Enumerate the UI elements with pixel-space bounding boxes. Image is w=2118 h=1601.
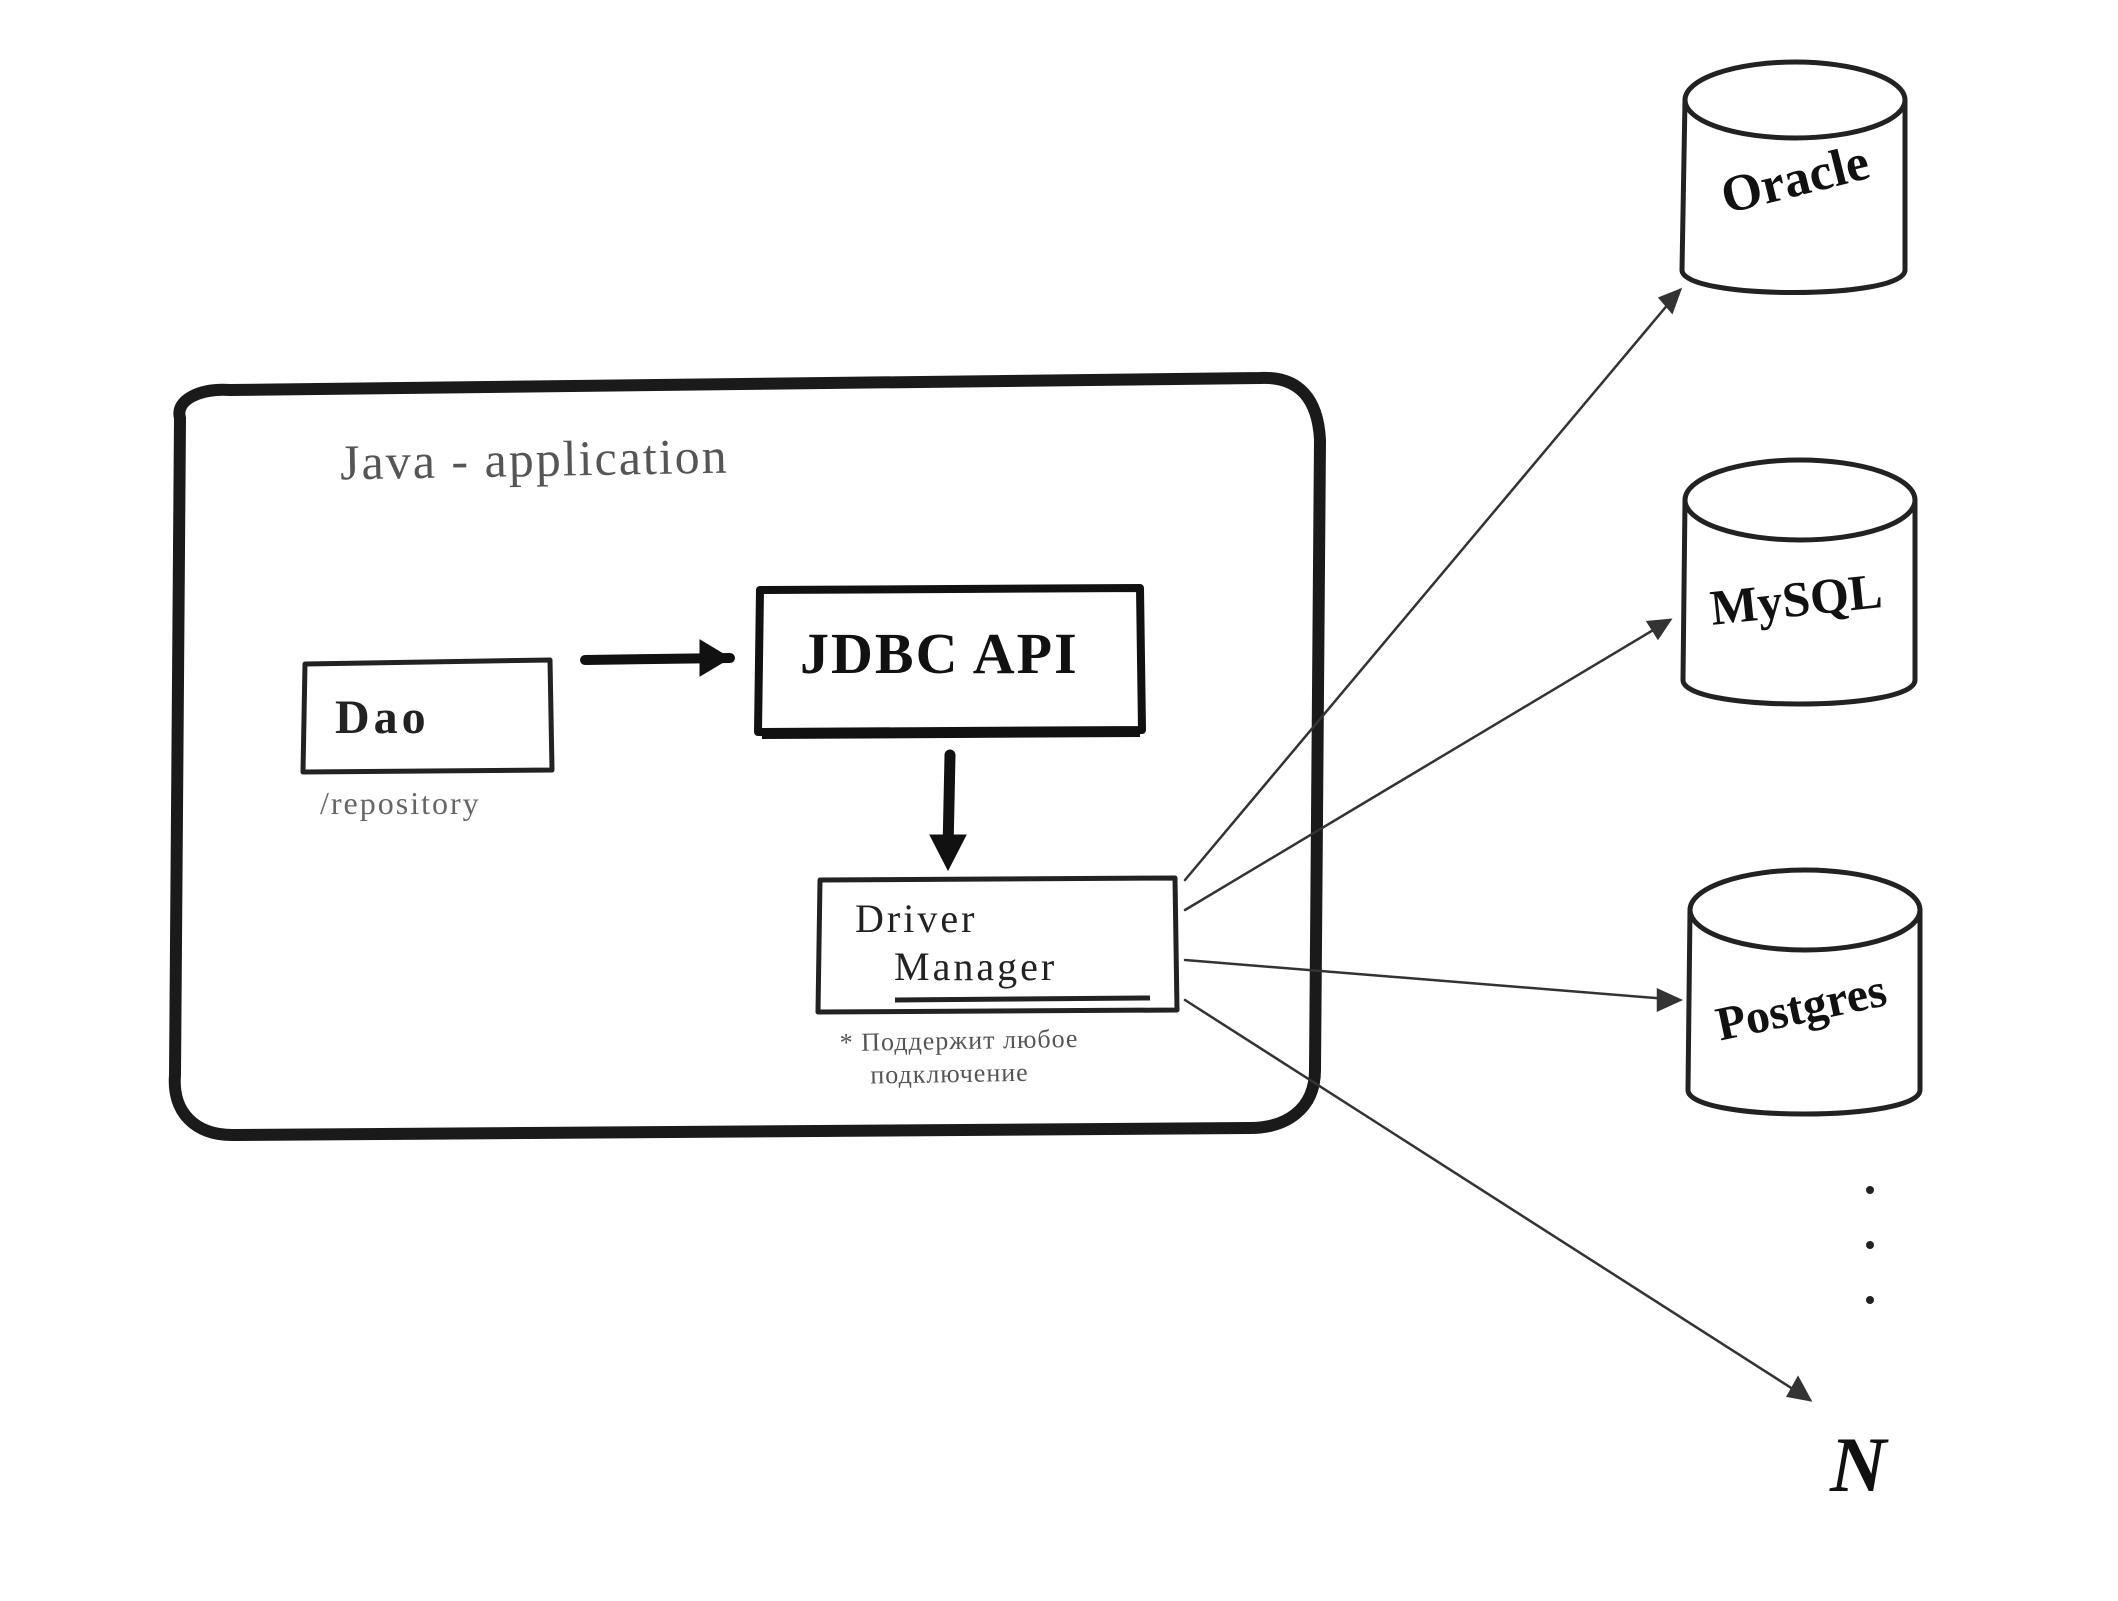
jdbc-api-label: JDBC API	[800, 620, 1079, 687]
driver-note: * Поддержит любое подключение	[839, 1023, 1079, 1092]
driver-manager-label: Driver Manager	[855, 895, 1057, 991]
arrow-driver-to-postgres	[1185, 960, 1680, 1010]
driver-line1: Driver	[855, 896, 977, 941]
arrow-jdbc-to-driver	[930, 755, 966, 870]
arrow-driver-to-n	[1185, 1000, 1810, 1400]
arrow-driver-to-oracle	[1185, 290, 1680, 880]
dao-label: Dao	[335, 690, 430, 745]
arrow-driver-to-mysql	[1185, 620, 1670, 910]
driver-line2: Manager	[894, 944, 1057, 989]
java-app-title: Java - application	[340, 427, 730, 492]
java-app-container	[175, 378, 1320, 1135]
note-line2: подключение	[870, 1057, 1029, 1089]
diagram-canvas: Java - application Dao /repository JDBC …	[0, 0, 2118, 1601]
note-line1: * Поддержит любое	[839, 1024, 1078, 1057]
ellipsis-dot	[1866, 1241, 1874, 1249]
diagram-svg	[0, 0, 2118, 1601]
n-label: N	[1830, 1420, 1886, 1510]
mysql-label: MySQL	[1707, 561, 1884, 637]
postgres-label: Postgres	[1711, 963, 1891, 1053]
repository-label: /repository	[320, 785, 481, 822]
arrow-dao-to-jdbc	[585, 640, 730, 676]
oracle-label: Oracle	[1715, 133, 1875, 227]
ellipsis-dot	[1866, 1296, 1874, 1304]
ellipsis-dot	[1866, 1186, 1874, 1194]
